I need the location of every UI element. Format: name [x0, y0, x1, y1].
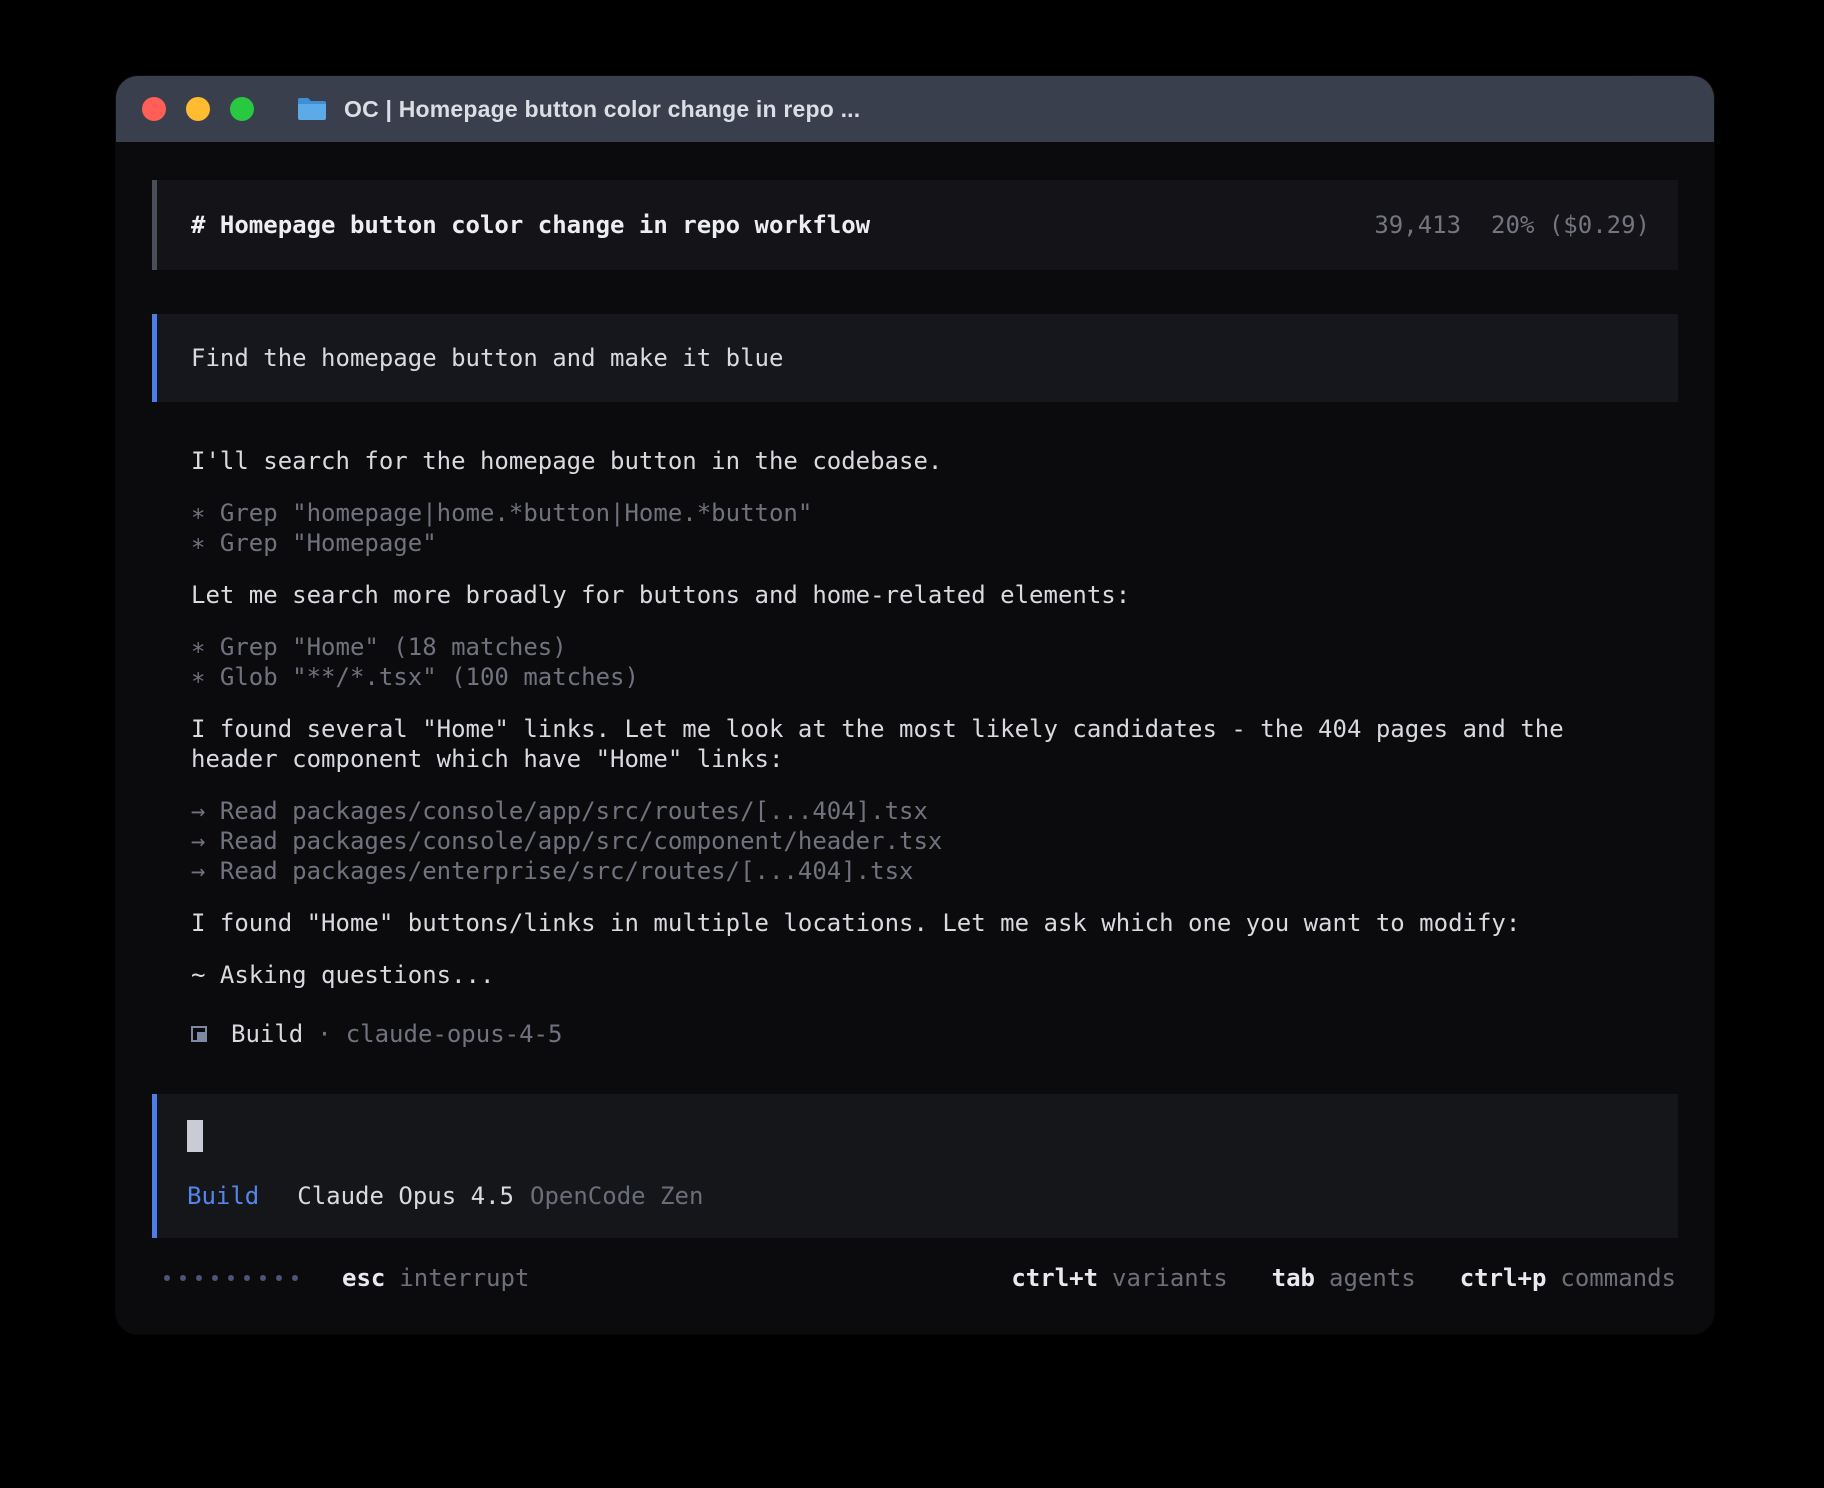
transcript-gap — [191, 476, 1598, 498]
token-count: 39,413 — [1374, 211, 1461, 239]
assistant-text-line: Let me search more broadly for buttons a… — [191, 580, 1598, 610]
shortcut-key: ctrl+t — [1011, 1264, 1098, 1292]
transcript-gap — [191, 938, 1598, 960]
titlebar[interactable]: OC | Homepage button color change in rep… — [116, 76, 1714, 142]
zoom-button[interactable] — [230, 97, 254, 121]
status-dot — [228, 1275, 234, 1281]
transcript-gap — [191, 692, 1598, 714]
shortcut-agents: tab agents — [1272, 1264, 1416, 1292]
session-stats: 39,413 20% ($0.29) — [1374, 211, 1650, 239]
terminal-window: OC | Homepage button color change in rep… — [116, 76, 1714, 1334]
shortcut-label: commands — [1560, 1264, 1676, 1292]
shortcut-key: ctrl+p — [1460, 1264, 1547, 1292]
mode-label[interactable]: Build — [187, 1182, 259, 1210]
window-title: OC | Homepage button color change in rep… — [344, 96, 860, 123]
input-meta: Build Claude Opus 4.5 OpenCode Zen — [187, 1182, 1648, 1210]
tool-call-line: ∗ Grep "Home" (18 matches) — [191, 632, 1598, 662]
shortcut-label: agents — [1329, 1264, 1416, 1292]
shortcut-key: tab — [1272, 1264, 1315, 1292]
terminal-content: # Homepage button color change in repo w… — [116, 142, 1714, 1334]
status-dot — [244, 1275, 250, 1281]
context-usage: 20% ($0.29) — [1491, 211, 1650, 239]
tool-call-line: → Read packages/console/app/src/componen… — [191, 826, 1598, 856]
assistant-text-line: I found "Home" buttons/links in multiple… — [191, 908, 1598, 938]
tool-call-line: → Read packages/console/app/src/routes/[… — [191, 796, 1598, 826]
user-message: Find the homepage button and make it blu… — [152, 314, 1678, 402]
transcript-gap — [191, 610, 1598, 632]
transcript-gap — [191, 774, 1598, 796]
model-label[interactable]: Claude Opus 4.5 — [297, 1182, 514, 1210]
prompt-input[interactable]: Build Claude Opus 4.5 OpenCode Zen — [152, 1094, 1678, 1238]
shortcut-commands: ctrl+p commands — [1460, 1264, 1676, 1292]
transcript-gap — [191, 886, 1598, 908]
agent-name: Build — [231, 1020, 303, 1048]
agent-model: claude-opus-4-5 — [346, 1020, 563, 1048]
agent-icon — [191, 1026, 207, 1042]
status-dot — [196, 1275, 202, 1281]
shortcut-label: variants — [1112, 1264, 1228, 1292]
tool-call-line: → Read packages/enterprise/src/routes/[.… — [191, 856, 1598, 886]
progress-dots-icon — [164, 1275, 298, 1281]
close-button[interactable] — [142, 97, 166, 121]
session-header: # Homepage button color change in repo w… — [152, 180, 1678, 270]
user-message-text: Find the homepage button and make it blu… — [191, 344, 783, 372]
status-dot — [212, 1275, 218, 1281]
status-dot — [292, 1275, 298, 1281]
provider-label: OpenCode Zen — [530, 1182, 703, 1210]
statusbar: esc interrupt ctrl+t variants tab agents… — [152, 1264, 1678, 1292]
assistant-text-line: I found several "Home" links. Let me loo… — [191, 714, 1598, 774]
transcript-gap — [191, 558, 1598, 580]
interrupt-key: esc — [342, 1264, 385, 1292]
assistant-text-line: I'll search for the homepage button in t… — [191, 446, 1598, 476]
shortcut-variants: ctrl+t variants — [1011, 1264, 1227, 1292]
status-dot — [180, 1275, 186, 1281]
assistant-text-line: ~ Asking questions... — [191, 960, 1598, 990]
assistant-transcript: I'll search for the homepage button in t… — [152, 446, 1678, 990]
interrupt-label: interrupt — [399, 1264, 529, 1292]
agent-separator: · — [317, 1020, 331, 1048]
status-dot — [164, 1275, 170, 1281]
session-title: # Homepage button color change in repo w… — [191, 211, 870, 239]
folder-icon — [296, 96, 328, 122]
status-dot — [260, 1275, 266, 1281]
status-dot — [276, 1275, 282, 1281]
agent-status-line: Build · claude-opus-4-5 — [152, 1020, 1678, 1048]
minimize-button[interactable] — [186, 97, 210, 121]
text-cursor — [187, 1120, 203, 1152]
tool-call-line: ∗ Grep "homepage|home.*button|Home.*butt… — [191, 498, 1598, 528]
tool-call-line: ∗ Glob "**/*.tsx" (100 matches) — [191, 662, 1598, 692]
traffic-lights — [142, 97, 254, 121]
tool-call-line: ∗ Grep "Homepage" — [191, 528, 1598, 558]
